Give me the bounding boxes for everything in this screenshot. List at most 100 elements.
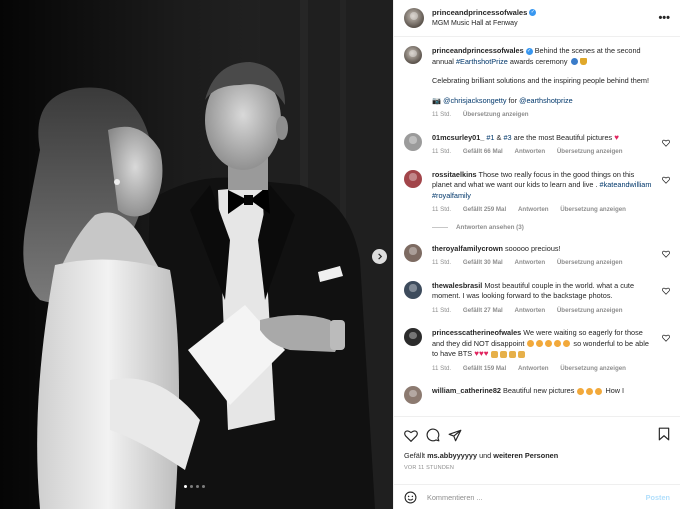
translate-button[interactable]: Übersetzung anzeigen: [463, 111, 529, 118]
save-bookmark-icon[interactable]: [658, 427, 670, 441]
chevron-right-icon: [378, 253, 383, 260]
liked-by-and: und: [479, 451, 492, 460]
next-slide-button[interactable]: [372, 249, 387, 264]
reply-button[interactable]: Antworten: [515, 307, 546, 314]
carousel-dot: [196, 485, 199, 488]
hashtag-link[interactable]: #EarthshotPrize: [456, 57, 508, 66]
translate-button[interactable]: Übersetzung anzeigen: [557, 307, 623, 314]
like-comment-heart-icon[interactable]: [662, 334, 670, 342]
reply-button[interactable]: Antworten: [515, 148, 546, 155]
comment-username[interactable]: princesscatherineofwales: [432, 328, 521, 337]
header-username[interactable]: princeandprincessofwales: [432, 8, 527, 17]
caption-text: awards ceremony: [509, 56, 568, 66]
comment-bubble-icon[interactable]: [426, 428, 440, 442]
header-text: princeandprincessofwales ✓ MGM Music Hall…: [432, 7, 537, 29]
post-timestamp[interactable]: VOR 11 STUNDEN: [404, 465, 670, 471]
emoji-smiley-icon[interactable]: [404, 491, 417, 504]
share-paper-plane-icon[interactable]: [448, 429, 462, 442]
avatar[interactable]: [404, 280, 422, 299]
avatar[interactable]: [404, 132, 422, 151]
avatar[interactable]: [404, 46, 422, 64]
reply-button[interactable]: Antworten: [518, 365, 549, 372]
timestamp[interactable]: 11 Std.: [432, 307, 451, 314]
post-photo[interactable]: [0, 0, 393, 509]
like-comment-heart-icon[interactable]: [662, 139, 670, 147]
raised-hands-emoji-icon: [509, 350, 517, 358]
like-comment-heart-icon[interactable]: [662, 176, 670, 184]
more-options-icon[interactable]: •••: [658, 12, 670, 24]
heart-eyes-emoji-icon: [563, 340, 571, 348]
caption-meta: 11 Std. Übersetzung anzeigen: [432, 110, 656, 121]
comment-body: 01mcsurley01_ #1 & #3 are the most Beaut…: [432, 133, 670, 158]
comment-username[interactable]: 01mcsurley01_: [432, 133, 484, 142]
heart-eyes-emoji-icon: [586, 387, 594, 395]
comment-text: are the most Beautiful pictures: [513, 132, 613, 142]
timestamp[interactable]: 11 Std.: [432, 111, 451, 118]
heart-eyes-emoji-icon: [554, 340, 562, 348]
heart-eyes-emoji-icon: [545, 340, 553, 348]
like-comment-heart-icon[interactable]: [662, 287, 670, 295]
comment-item: rossitaelkins Those two really focus in …: [404, 169, 670, 216]
likes-count[interactable]: Gefällt 30 Mal: [463, 259, 503, 266]
likes-count[interactable]: Gefällt 66 Mal: [463, 148, 503, 155]
translate-button[interactable]: Übersetzung anzeigen: [560, 206, 626, 213]
caption-line2: Celebrating brilliant solutions and the …: [432, 76, 650, 85]
heart-eyes-emoji-icon: [536, 340, 544, 348]
instagram-post-modal: princeandprincessofwales ✓ MGM Music Hall…: [0, 0, 680, 509]
liked-by-prefix: Gefällt: [404, 451, 426, 460]
post-comment-button[interactable]: Posten: [646, 493, 670, 502]
likes-count[interactable]: Gefällt 259 Mal: [463, 206, 506, 213]
carousel-dot: [202, 485, 205, 488]
timestamp[interactable]: 11 Std.: [432, 365, 451, 372]
action-icons: [404, 427, 670, 443]
avatar[interactable]: [404, 243, 422, 262]
verified-badge-icon: ✓: [525, 47, 533, 55]
comment-username[interactable]: theroyalfamilycrown: [432, 244, 503, 253]
translate-button[interactable]: Übersetzung anzeigen: [557, 148, 623, 155]
bw-couple-photo: [0, 0, 393, 509]
location-link[interactable]: MGM Music Hall at Fenway: [432, 18, 536, 29]
avatar[interactable]: [404, 8, 424, 28]
heart-emoji-icon: ♥: [614, 132, 619, 142]
comment-username[interactable]: william_catherine82: [432, 386, 501, 395]
carousel-indicator: [184, 485, 205, 488]
comment-meta: 11 Std. Gefällt 259 Mal Antworten Überse…: [432, 205, 656, 216]
liked-by-user[interactable]: ms.abbyyyyyy: [427, 451, 477, 460]
timestamp[interactable]: 11 Std.: [432, 148, 451, 155]
comment-username[interactable]: rossitaelkins: [432, 170, 477, 179]
avatar[interactable]: [404, 328, 422, 346]
like-comment-heart-icon[interactable]: [662, 250, 670, 258]
comment-username[interactable]: thewalesbrasil: [432, 281, 482, 290]
trophy-emoji-icon: [579, 58, 587, 66]
reply-button[interactable]: Antworten: [518, 206, 549, 213]
comments-list[interactable]: princeandprincessofwales ✓ Behind the sce…: [394, 38, 680, 415]
liked-by-others[interactable]: weiteren Personen: [493, 451, 558, 460]
raised-hands-emoji-icon: [491, 350, 499, 358]
comment-meta: 11 Std. Gefällt 66 Mal Antworten Überset…: [432, 147, 656, 158]
translate-button[interactable]: Übersetzung anzeigen: [560, 365, 626, 372]
view-replies-button[interactable]: Antworten ansehen (3): [432, 224, 670, 231]
liked-by: Gefällt ms.abbyyyyyy und weiteren Person…: [404, 451, 670, 460]
view-replies-label[interactable]: Antworten ansehen (3): [456, 224, 524, 231]
hashtag-link[interactable]: #3: [503, 133, 511, 142]
mention-link[interactable]: @chrisjacksongetty: [443, 96, 506, 105]
timestamp[interactable]: 11 Std.: [432, 206, 451, 213]
replies-divider: [432, 226, 448, 228]
heart-eyes-emoji-icon: [527, 340, 535, 348]
comment-input[interactable]: [427, 492, 646, 502]
comment-meta: 11 Std. Gefällt 159 Mal Antworten Überse…: [432, 364, 656, 375]
avatar[interactable]: [404, 386, 422, 404]
likes-count[interactable]: Gefällt 27 Mal: [463, 307, 503, 314]
caption-username[interactable]: princeandprincessofwales: [432, 46, 524, 55]
hashtag-link[interactable]: #1: [486, 133, 494, 142]
reply-button[interactable]: Antworten: [515, 259, 546, 266]
comment-body: thewalesbrasil Most beautiful couple in …: [432, 281, 670, 317]
translate-button[interactable]: Übersetzung anzeigen: [557, 259, 623, 266]
post-actions: Gefällt ms.abbyyyyyy und weiteren Person…: [394, 416, 680, 478]
likes-count[interactable]: Gefällt 159 Mal: [463, 365, 506, 372]
mention-link[interactable]: @earthshotprize: [519, 96, 573, 105]
avatar[interactable]: [404, 169, 422, 188]
timestamp[interactable]: 11 Std.: [432, 259, 451, 266]
caption-text: for: [508, 95, 518, 105]
like-heart-icon[interactable]: [404, 429, 418, 442]
